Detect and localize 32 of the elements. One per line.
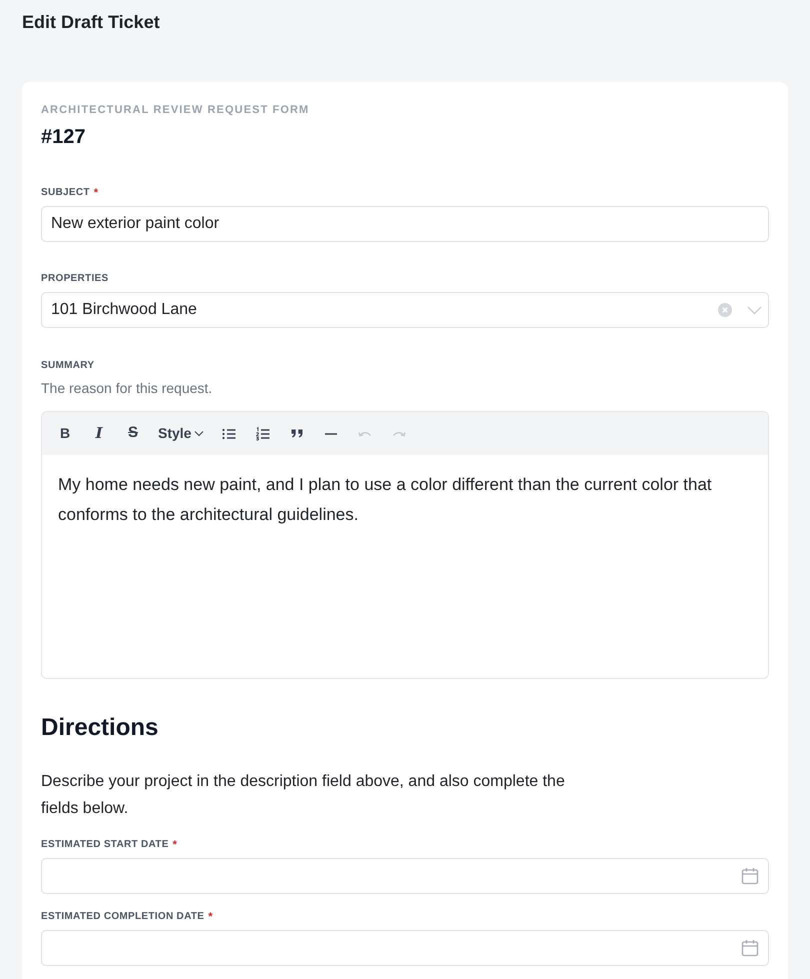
field-label: ESTIMATED START DATE xyxy=(41,838,169,852)
select-field[interactable]: 101 Birchwood Lane xyxy=(41,292,769,328)
numbered-list-icon xyxy=(255,426,272,442)
field-label: ESTIMATED COMPLETION DATE xyxy=(41,910,204,924)
field-label: SUBJECT xyxy=(41,186,90,200)
text-input[interactable]: New exterior paint color xyxy=(41,206,769,242)
style-dropdown-button[interactable]: Style xyxy=(155,420,208,446)
field-label: PROPERTIES xyxy=(41,272,108,286)
page-title: Edit Draft Ticket xyxy=(21,11,161,33)
bold-button[interactable]: B xyxy=(53,420,77,446)
quote-icon xyxy=(291,429,304,438)
redo-icon xyxy=(392,430,406,437)
required-mark: * xyxy=(94,186,98,200)
required-mark: * xyxy=(208,910,213,924)
field-hint: The reason for this request. xyxy=(41,379,214,397)
date-input[interactable] xyxy=(41,930,769,966)
field-label: SUMMARY xyxy=(41,359,94,373)
caret-down-icon xyxy=(194,430,204,437)
ticket-number: #127 xyxy=(41,125,86,149)
italic-button[interactable]: I xyxy=(87,420,111,446)
chevron-down-icon[interactable] xyxy=(747,306,762,314)
form-type-label: ARCHITECTURAL REVIEW REQUEST FORM xyxy=(41,103,310,118)
calendar-icon[interactable] xyxy=(741,867,759,885)
calendar-icon[interactable] xyxy=(741,939,759,957)
undo-icon xyxy=(358,430,372,437)
directions-text: Describe your project in the description field above, and also complete the fields below. xyxy=(41,772,566,819)
section-heading: Directions xyxy=(41,713,160,743)
strikethrough-button[interactable]: S xyxy=(121,420,145,446)
required-mark: * xyxy=(172,838,177,852)
date-input[interactable] xyxy=(41,858,769,894)
clear-icon[interactable] xyxy=(718,303,732,317)
horizontal-rule-icon xyxy=(325,432,338,434)
